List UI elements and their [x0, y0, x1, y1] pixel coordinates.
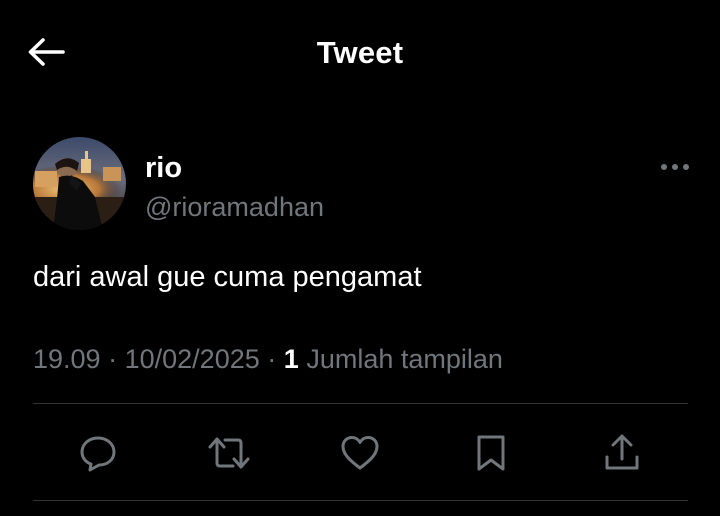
- divider: [33, 403, 688, 404]
- display-name[interactable]: rio: [145, 152, 182, 185]
- tweet-date[interactable]: 10/02/2025: [125, 344, 260, 374]
- meta-separator: ·: [108, 344, 118, 374]
- retweet-button[interactable]: [206, 430, 252, 476]
- tweet-time[interactable]: 19.09: [33, 344, 101, 374]
- action-bar: [33, 418, 688, 488]
- views-label[interactable]: Jumlah tampilan: [306, 344, 503, 374]
- reply-icon: [78, 433, 118, 473]
- tweet-text: dari awal gue cuma pengamat: [33, 261, 422, 293]
- more-options-button[interactable]: [657, 157, 693, 177]
- share-icon: [602, 433, 642, 473]
- avatar[interactable]: [33, 137, 126, 230]
- retweet-icon: [206, 433, 252, 473]
- like-button[interactable]: [337, 430, 383, 476]
- reply-button[interactable]: [75, 430, 121, 476]
- more-horizontal-icon: [660, 163, 690, 171]
- divider: [33, 500, 688, 501]
- tweet-author: rio @rioramadhan: [33, 137, 693, 231]
- views-count[interactable]: 1: [284, 344, 299, 374]
- user-handle[interactable]: @rioramadhan: [145, 192, 324, 223]
- top-bar: Tweet: [0, 0, 720, 108]
- meta-separator: ·: [267, 344, 277, 374]
- heart-icon: [340, 434, 380, 472]
- bookmark-button[interactable]: [468, 430, 514, 476]
- share-button[interactable]: [599, 430, 645, 476]
- tweet-meta: 19.09 · 10/02/2025 · 1 Jumlah tampilan: [33, 344, 503, 375]
- tweet-detail-page: Tweet rio @rioramadhan dari awal gue cum…: [0, 0, 720, 516]
- page-title: Tweet: [316, 35, 404, 70]
- bookmark-icon: [474, 433, 508, 473]
